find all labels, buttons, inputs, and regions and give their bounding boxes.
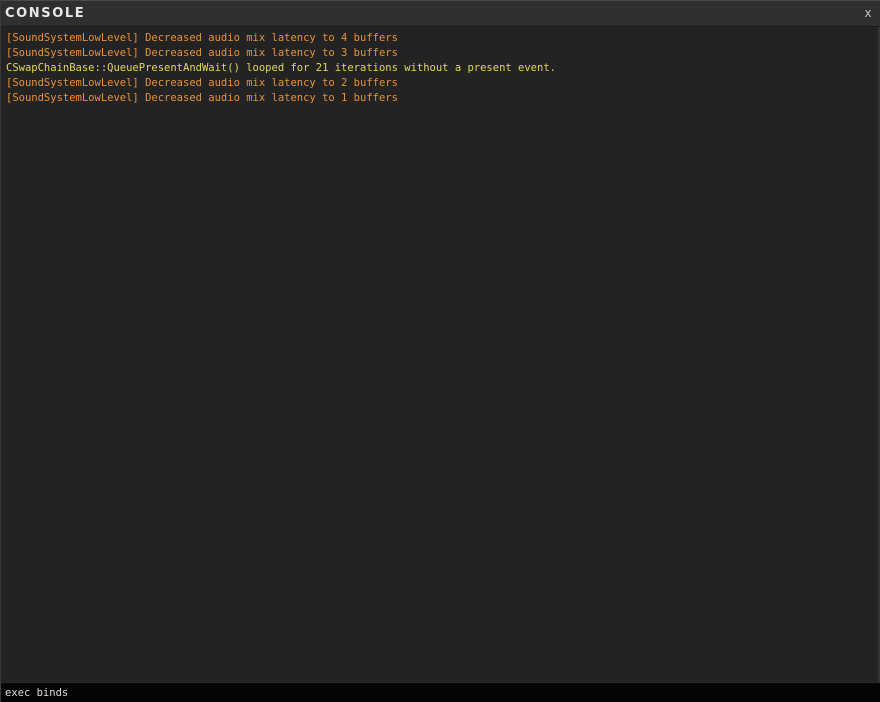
log-line: [SoundSystemLowLevel] Decreased audio mi… <box>6 47 398 59</box>
console-log: [SoundSystemLowLevel] Decreased audio mi… <box>1 27 880 682</box>
log-line: CSwapChainBase::QueuePresentAndWait() lo… <box>6 62 556 74</box>
log-line: [SoundSystemLowLevel] Decreased audio mi… <box>6 92 398 104</box>
log-line: [SoundSystemLowLevel] Decreased audio mi… <box>6 32 398 44</box>
titlebar[interactable]: CONSOLE x <box>1 0 880 27</box>
console-window: CONSOLE x [SoundSystemLowLevel] Decrease… <box>0 0 880 702</box>
scrollbar[interactable] <box>877 27 879 682</box>
log-line: [SoundSystemLowLevel] Decreased audio mi… <box>6 77 398 89</box>
command-input[interactable] <box>5 684 865 701</box>
close-button[interactable]: x <box>861 4 875 22</box>
command-input-bar <box>1 682 880 702</box>
window-title: CONSOLE <box>5 6 86 21</box>
